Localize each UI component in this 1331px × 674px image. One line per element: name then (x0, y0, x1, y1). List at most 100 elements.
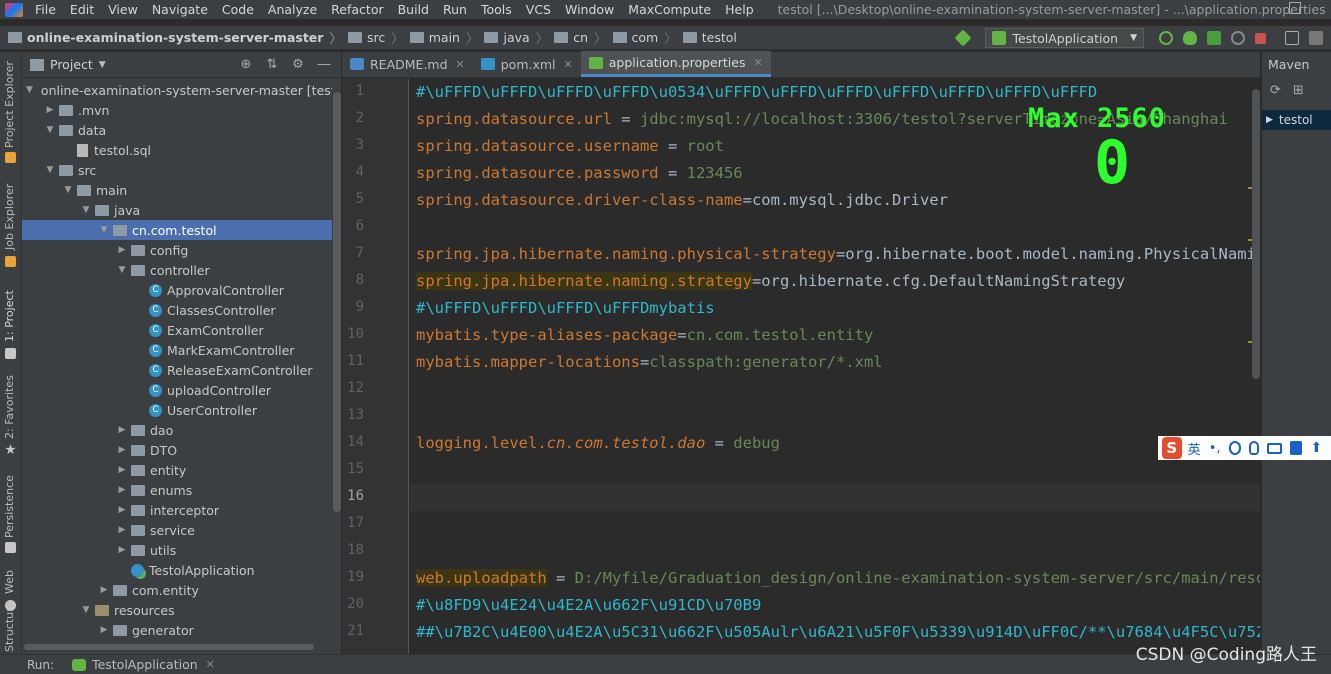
emoji-icon[interactable] (1228, 441, 1242, 455)
chevron-down-icon[interactable]: ▼ (99, 60, 106, 70)
close-icon[interactable]: ✕ (753, 56, 762, 69)
chevron-right-icon[interactable]: ▶ (98, 585, 110, 595)
chevron-right-icon[interactable]: ▶ (116, 525, 128, 535)
chevron-down-icon[interactable]: ▼ (80, 205, 92, 215)
chevron-down-icon[interactable]: ▼ (116, 265, 128, 275)
build-hammer-icon[interactable] (954, 29, 972, 47)
tree-item[interactable]: ▶ config (22, 240, 332, 260)
breadcrumb-java[interactable]: java 〉 (484, 28, 548, 47)
editor-tab[interactable]: pom.xml ✕ (473, 51, 581, 77)
tree-item[interactable]: C ApprovalController (22, 280, 332, 300)
chevron-down-icon[interactable]: ▼ (44, 125, 56, 135)
add-maven-project-icon[interactable]: ⊞ (1293, 83, 1304, 98)
chevron-right-icon[interactable]: ▶ (116, 245, 128, 255)
breadcrumb-com[interactable]: com 〉 (612, 28, 677, 47)
menu-run[interactable]: Run (443, 2, 467, 17)
tree-item[interactable]: ▶ service (22, 520, 332, 540)
chevron-down-icon[interactable]: ▼ (62, 185, 74, 195)
tree-item[interactable]: C ReleaseExamController (22, 360, 332, 380)
chevron-right-icon[interactable]: ▶ (116, 465, 128, 475)
tree-item[interactable]: ▼ java (22, 200, 332, 220)
skin-icon[interactable] (1289, 441, 1303, 455)
profile-icon[interactable] (1231, 31, 1245, 45)
tree-item[interactable]: ▼ main (22, 180, 332, 200)
tree-item[interactable]: C MarkExamController (22, 340, 332, 360)
tree-item[interactable]: ▶ interceptor (22, 500, 332, 520)
chevron-right-icon[interactable]: ▶ (116, 545, 128, 555)
search-everywhere-icon[interactable] (1309, 31, 1323, 45)
menu-refactor[interactable]: Refactor (331, 2, 383, 17)
tab-favorites[interactable]: 2: Favorites (3, 375, 16, 439)
menu-maxcompute[interactable]: MaxCompute (628, 2, 711, 17)
tree-item[interactable]: ▼ controller (22, 260, 332, 280)
chevron-right-icon[interactable]: ▶ (116, 445, 128, 455)
debug-icon[interactable] (1183, 31, 1197, 45)
tab-structure[interactable]: Structure (3, 601, 16, 652)
menu-tools[interactable]: Tools (481, 2, 512, 17)
rerun-icon[interactable] (1159, 31, 1173, 45)
chevron-down-icon[interactable]: ▼ (26, 85, 33, 95)
maven-project-item[interactable]: ▶ testol (1262, 110, 1331, 130)
tree-item[interactable]: testol.sql (22, 140, 332, 160)
locate-file-icon[interactable]: ⊕ (239, 58, 253, 72)
chevron-right-icon[interactable]: ▶ (116, 485, 128, 495)
tab-persistence[interactable]: Persistence (3, 475, 16, 538)
menu-window[interactable]: Window (565, 2, 614, 17)
menu-file[interactable]: File (35, 2, 56, 17)
menu-code[interactable]: Code (222, 2, 254, 17)
tree-item[interactable]: TestolApplication (22, 560, 332, 580)
run-with-coverage-icon[interactable] (1207, 31, 1221, 45)
tree-item[interactable]: ▶ dao (22, 420, 332, 440)
collapse-all-icon[interactable]: ⇅ (265, 58, 279, 72)
microphone-icon[interactable] (1249, 441, 1259, 455)
tree-item[interactable]: ▶ com.entity (22, 580, 332, 600)
tree-item[interactable]: ▼ data (22, 120, 332, 140)
upload-arrow-icon[interactable]: ⬆ (1310, 441, 1323, 455)
tree-item[interactable]: ▶ utils (22, 540, 332, 560)
tree-item[interactable]: C UserController (22, 400, 332, 420)
menu-vcs[interactable]: VCS (526, 2, 551, 17)
chevron-right-icon[interactable]: ▶ (116, 505, 128, 515)
tree-item[interactable]: ▼ online-examination-system-server-master… (22, 80, 332, 100)
menu-analyze[interactable]: Analyze (268, 2, 317, 17)
breadcrumb-src[interactable]: src 〉 (347, 28, 404, 47)
hide-panel-icon[interactable]: ― (317, 58, 331, 72)
ime-punctuation-toggle[interactable]: •, (1209, 441, 1221, 456)
tab-project[interactable]: 1: Project (3, 290, 16, 342)
chevron-right-icon[interactable]: ▶ (44, 105, 56, 115)
chevron-right-icon[interactable]: ▶ (98, 625, 110, 635)
editor-tab[interactable]: README.md ✕ (342, 51, 473, 77)
restore-window-icon[interactable] (1289, 2, 1301, 14)
tree-item[interactable]: ▶ entity (22, 460, 332, 480)
chevron-right-icon[interactable]: ▶ (116, 425, 128, 435)
tab-web[interactable]: Web (3, 570, 16, 594)
tree-item[interactable]: ▶ generator (22, 620, 332, 640)
editor-scrollbar[interactable] (1252, 89, 1260, 379)
tree-item[interactable]: CuploadController (22, 380, 332, 400)
menu-navigate[interactable]: Navigate (152, 2, 208, 17)
tree-item[interactable]: C ClassesController (22, 300, 332, 320)
tree-item[interactable]: ▼ resources (22, 600, 332, 620)
breadcrumb-project[interactable]: online-examination-system-server-master 〉 (8, 28, 342, 47)
tree-item[interactable]: C ExamController (22, 320, 332, 340)
menu-edit[interactable]: Edit (70, 2, 94, 17)
project-structure-icon[interactable] (1285, 31, 1299, 45)
menu-build[interactable]: Build (398, 2, 429, 17)
breadcrumb-cn[interactable]: cn 〉 (554, 28, 607, 47)
run-tab-label[interactable]: TestolApplication (92, 657, 198, 672)
chevron-down-icon[interactable]: ▼ (80, 605, 92, 615)
editor-tab[interactable]: application.properties ✕ (580, 51, 771, 77)
close-icon[interactable]: ✕ (456, 58, 465, 71)
chevron-down-icon[interactable]: ▼ (44, 165, 56, 175)
tree-item[interactable]: ▶ DTO (22, 440, 332, 460)
tree-item[interactable]: ▼ src (22, 160, 332, 180)
maven-title[interactable]: Maven (1262, 52, 1331, 78)
project-panel-header[interactable]: Project ▼ ⊕ ⇅ ⚙ ― (22, 52, 341, 78)
reload-icon[interactable]: ⟳ (1270, 83, 1281, 98)
sogou-logo-icon[interactable]: S (1162, 437, 1182, 459)
tree-item[interactable]: ▶ .mvn (22, 100, 332, 120)
close-icon[interactable]: ✕ (564, 58, 573, 71)
breadcrumb-main[interactable]: main 〉 (409, 28, 478, 47)
tree-item[interactable]: ▼ cn.com.testol (22, 220, 332, 240)
breadcrumb-testol[interactable]: testol (682, 30, 737, 45)
